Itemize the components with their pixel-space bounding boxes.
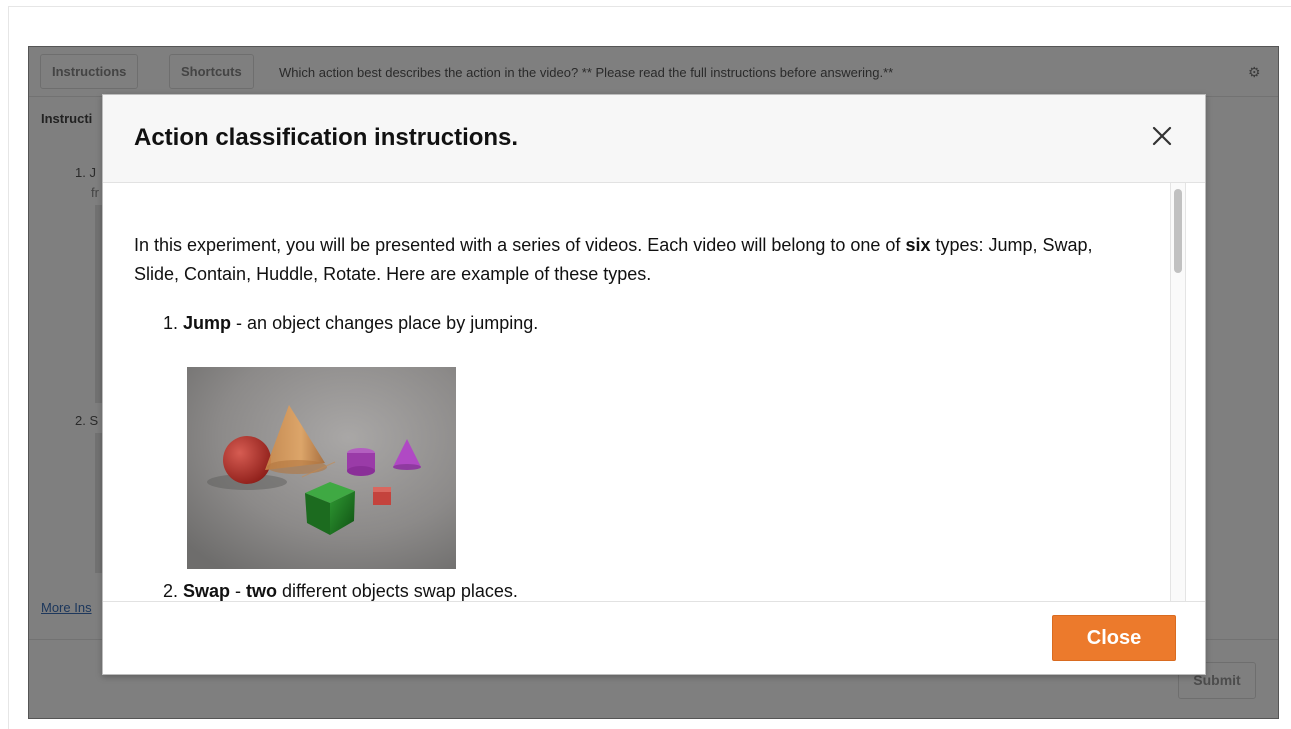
intro-emphasis: six (905, 235, 931, 255)
modal-scrollbar[interactable] (1170, 183, 1186, 601)
intro-paragraph: In this experiment, you will be presente… (134, 235, 1093, 284)
close-button[interactable]: Close (1052, 615, 1176, 661)
modal-header: Action classification instructions. (103, 95, 1205, 183)
jump-example-video[interactable] (187, 367, 456, 569)
close-x-icon[interactable] (1151, 125, 1173, 147)
instructions-modal: Action classification instructions. In t… (102, 94, 1206, 675)
scrollbar-thumb[interactable] (1174, 189, 1182, 273)
modal-body[interactable]: In this experiment, you will be presente… (103, 183, 1205, 601)
item-emphasis: two (246, 581, 278, 601)
item-name: Jump (183, 313, 232, 333)
page-border-left (8, 6, 9, 729)
item-name: Swap (183, 581, 231, 601)
list-item-swap: 2. Swap - two different objects swap pla… (163, 581, 518, 601)
modal-title: Action classification instructions. (134, 124, 519, 151)
page-border (8, 6, 1291, 7)
modal-footer: Close (103, 601, 1205, 674)
list-item-jump: 1. Jump - an object changes place by jum… (163, 313, 539, 333)
